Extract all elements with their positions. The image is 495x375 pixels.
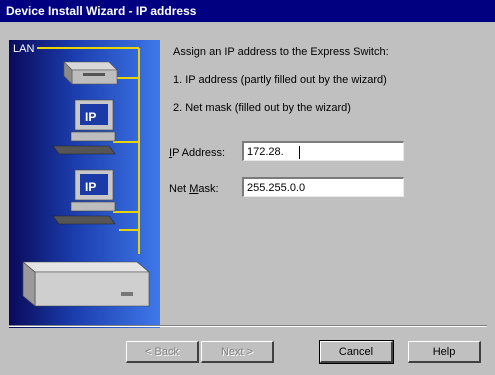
net-mask-field[interactable] xyxy=(242,177,404,197)
lan-label: LAN xyxy=(13,43,34,55)
workstation-icon: IP xyxy=(52,99,116,155)
printer-icon xyxy=(63,61,118,85)
title-bar: Device Install Wizard - IP address xyxy=(0,0,495,22)
net-mask-mnemonic: M xyxy=(189,183,199,195)
ip-badge-label: IP xyxy=(85,180,96,194)
ip-address-label: IP Address: xyxy=(169,147,226,159)
instruction-heading: Assign an IP address to the Express Swit… xyxy=(173,46,389,58)
workstation-icon: IP xyxy=(52,169,116,225)
next-button[interactable]: Next > xyxy=(201,341,274,363)
wizard-window: Device Install Wizard - IP address LAN I… xyxy=(0,0,495,375)
cancel-button[interactable]: Cancel xyxy=(319,340,394,364)
instruction-step-1: 1. IP address (partly filled out by the … xyxy=(173,74,387,86)
network-diagram: LAN IP IP xyxy=(13,43,150,307)
help-button[interactable]: Help xyxy=(408,341,481,363)
network-illustration: LAN IP IP xyxy=(9,40,160,328)
net-mask-label: Net Mask: xyxy=(169,183,219,195)
back-button[interactable]: < Back xyxy=(126,341,199,363)
ip-address-field[interactable] xyxy=(242,141,404,161)
ip-badge-label: IP xyxy=(85,110,96,124)
text-caret xyxy=(299,146,300,159)
instruction-step-2: 2. Net mask (filled out by the wizard) xyxy=(173,102,351,114)
button-separator-highlight xyxy=(9,326,487,327)
window-title: Device Install Wizard - IP address xyxy=(6,4,197,18)
switch-icon xyxy=(22,261,150,307)
